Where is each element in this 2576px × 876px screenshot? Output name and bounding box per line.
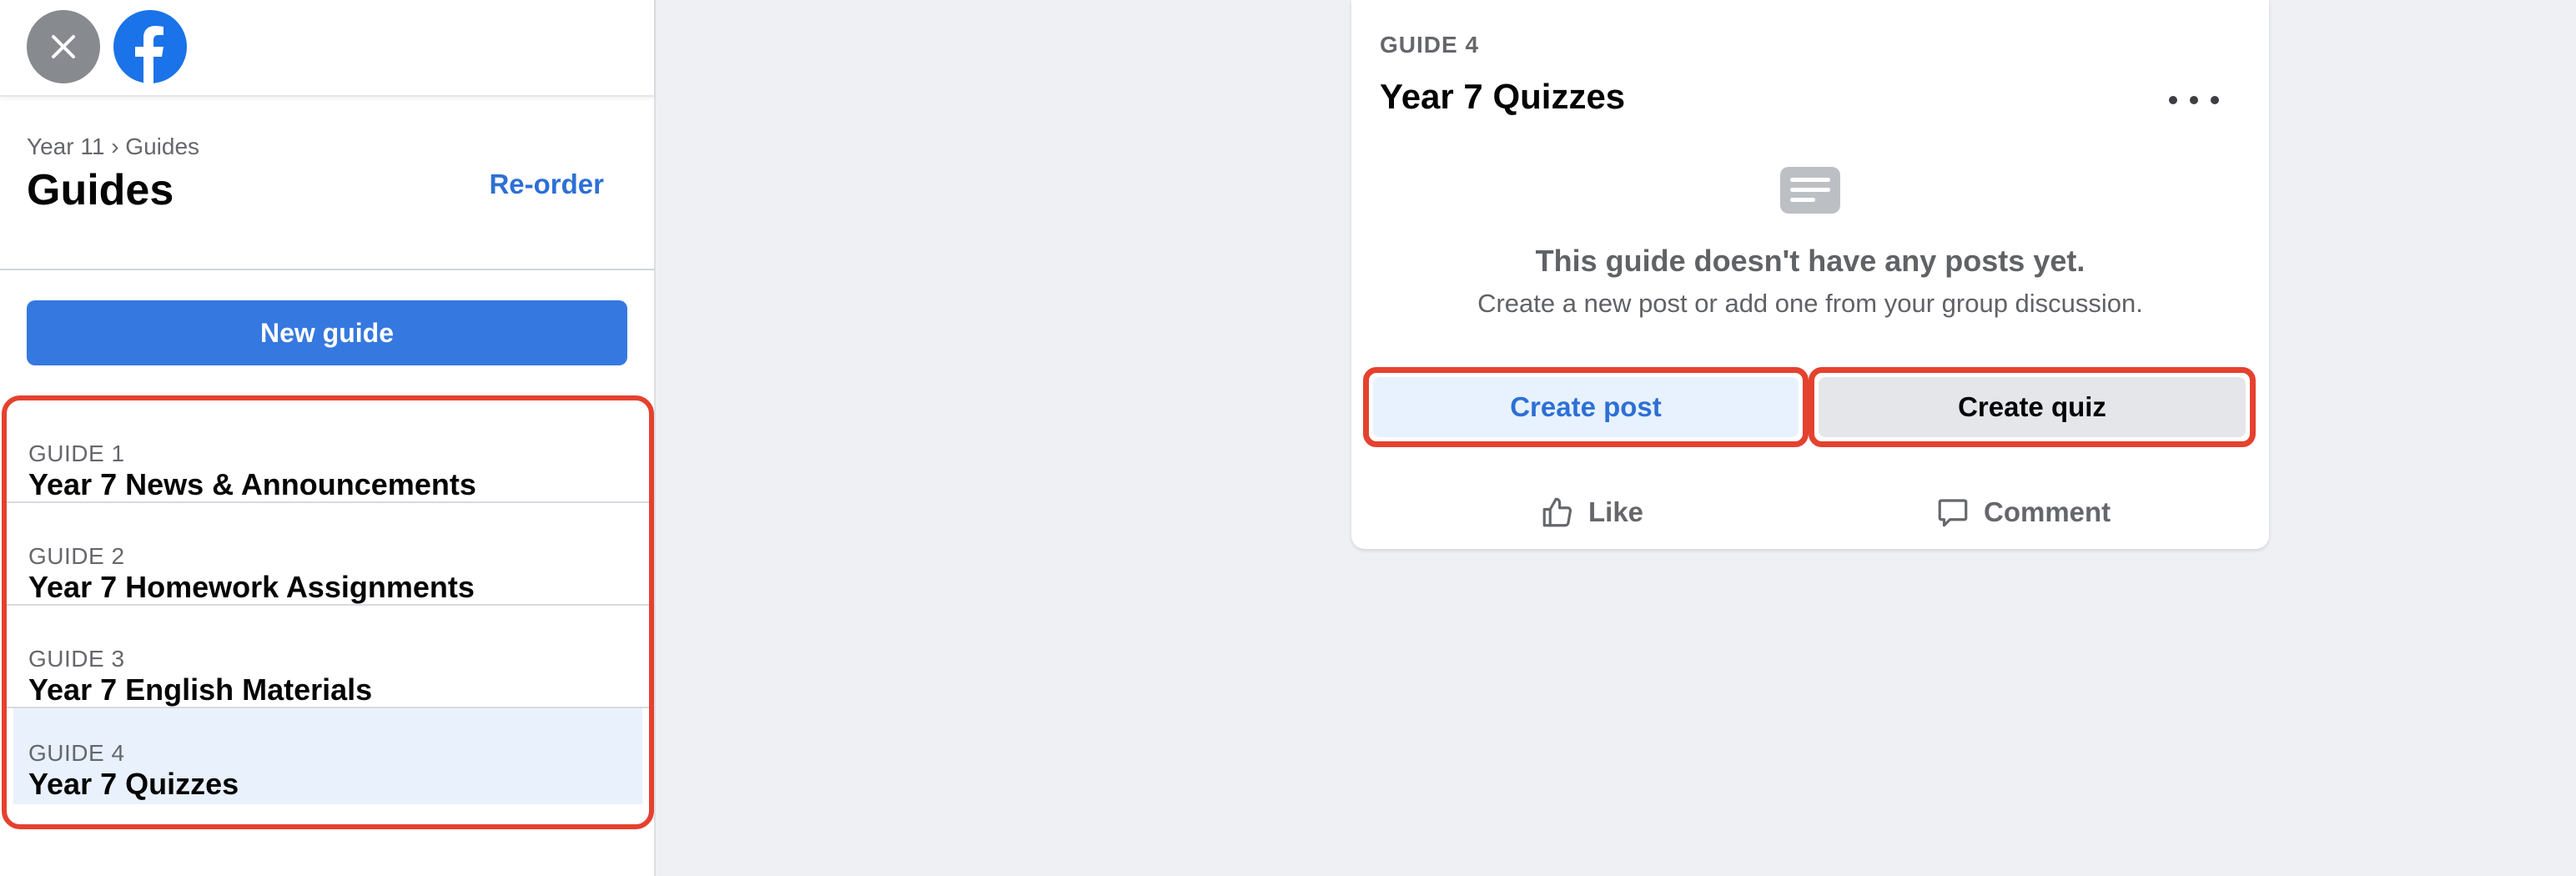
guide-kicker: GUIDE 4 <box>1380 32 1480 58</box>
sidebar: Year 11 › Guides Guides Re-order New gui… <box>0 0 656 876</box>
guide-number: GUIDE 4 <box>28 740 125 766</box>
guide-number: GUIDE 3 <box>28 646 125 672</box>
guide-item-1[interactable]: GUIDE 1 Year 7 News & Announcements <box>7 400 649 503</box>
create-quiz-highlight: Create quiz <box>1809 367 2256 447</box>
page-title: Guides <box>27 166 174 214</box>
guide-item-4[interactable]: GUIDE 4 Year 7 Quizzes <box>13 708 642 804</box>
more-dot-icon <box>2190 96 2198 104</box>
empty-state-title: This guide doesn't have any posts yet. <box>1535 244 2085 278</box>
close-button[interactable] <box>27 10 100 83</box>
guides-header: Year 11 › Guides Guides Re-order <box>0 98 654 270</box>
create-post-button[interactable]: Create post <box>1373 377 1799 437</box>
more-options-button[interactable] <box>2169 83 2219 117</box>
guide-item-3[interactable]: GUIDE 3 Year 7 English Materials <box>7 606 649 708</box>
guide-card: GUIDE 4 Year 7 Quizzes This guide doesn'… <box>1351 0 2269 549</box>
top-bar <box>0 0 654 97</box>
more-dot-icon <box>2169 96 2177 104</box>
guide-number: GUIDE 2 <box>28 543 125 569</box>
comment-label: Comment <box>1984 496 2111 527</box>
new-guide-button[interactable]: New guide <box>27 300 627 365</box>
comment-button[interactable]: Comment <box>1935 479 2111 546</box>
guide-card-title: Year 7 Quizzes <box>1380 77 1626 116</box>
more-dot-icon <box>2211 96 2219 104</box>
guide-title: Year 7 Quizzes <box>28 767 239 801</box>
guide-list: GUIDE 1 Year 7 News & Announcements GUID… <box>2 395 654 829</box>
breadcrumb: Year 11 › Guides <box>27 133 200 159</box>
create-quiz-button[interactable]: Create quiz <box>1819 377 2246 437</box>
guide-title: Year 7 Homework Assignments <box>28 570 475 604</box>
reorder-button[interactable]: Re-order <box>489 169 604 200</box>
like-button[interactable]: Like <box>1540 479 1643 546</box>
guide-title: Year 7 English Materials <box>28 672 373 707</box>
guide-number: GUIDE 1 <box>28 441 125 466</box>
thumbs-up-icon <box>1542 497 1572 527</box>
guide-item-2[interactable]: GUIDE 2 Year 7 Homework Assignments <box>7 503 649 606</box>
facebook-logo-icon[interactable] <box>113 10 187 83</box>
guide-title: Year 7 News & Announcements <box>28 467 476 501</box>
like-label: Like <box>1588 496 1644 527</box>
reaction-bar: Like Comment <box>1351 479 2269 546</box>
comment-icon <box>1938 499 1968 527</box>
create-post-highlight: Create post <box>1363 367 1809 447</box>
empty-state-subtitle: Create a new post or add one from your g… <box>1477 289 2143 318</box>
document-icon <box>1780 167 1840 214</box>
close-icon <box>52 35 75 58</box>
